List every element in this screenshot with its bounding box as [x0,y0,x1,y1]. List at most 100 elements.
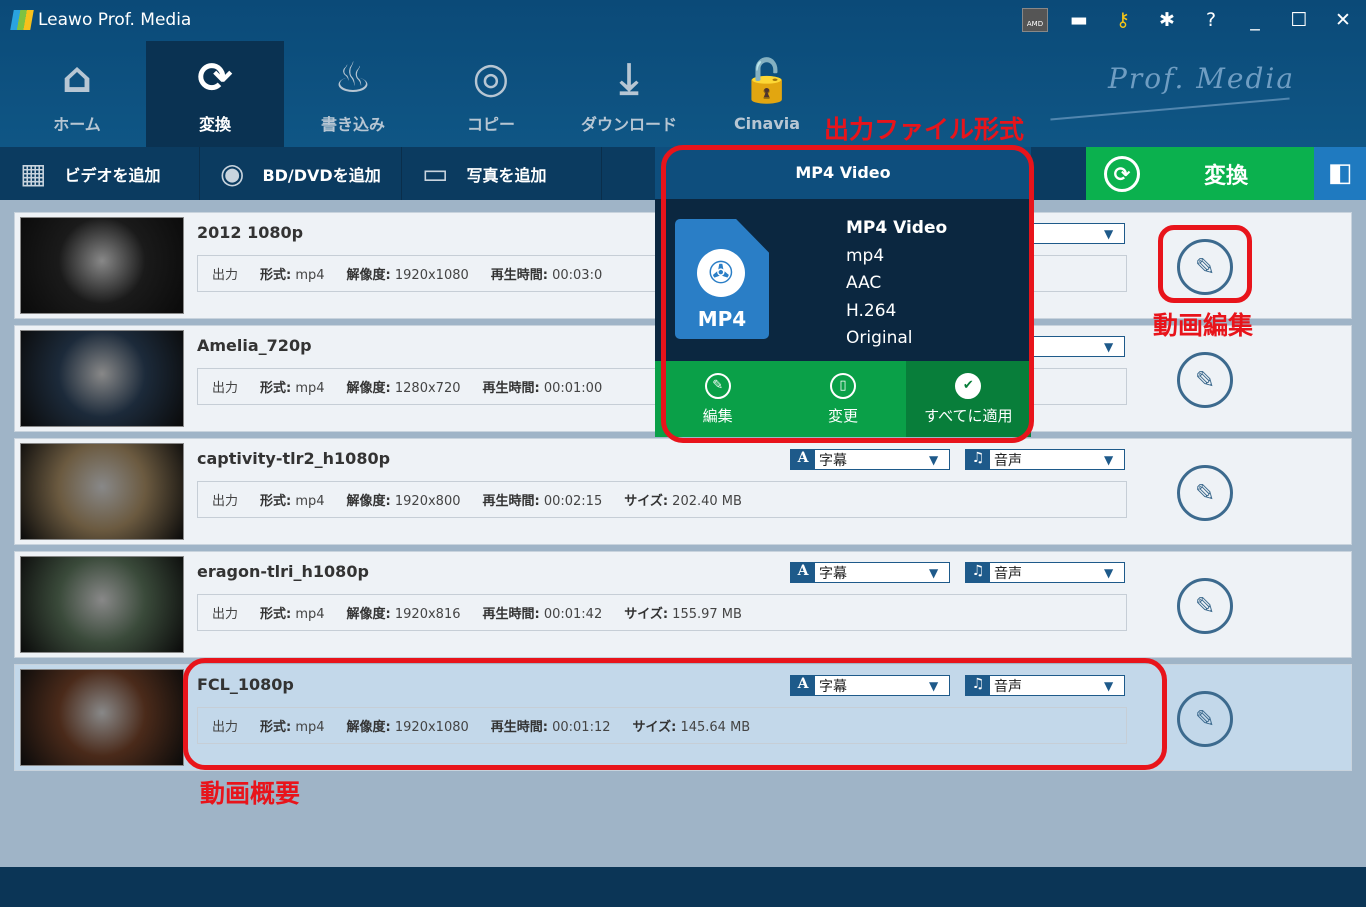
resolution-value: 1280x720 [394,381,461,396]
download-icon: ⤓ [619,53,639,102]
title-bar: Leawo Prof. Media AMD ▬ ⚷ ✱ ? _ ☐ ✕ ⌂ ホーム… [0,0,1366,147]
highlight-edit [1158,225,1252,303]
nav-label: ダウンロード [580,115,677,134]
size-label: サイズ: [624,607,669,622]
nav-copy[interactable]: ◎ コピー [422,41,560,147]
resolution-value: 1920x800 [394,494,461,509]
layout-toggle-button[interactable]: ◧ [1314,147,1366,200]
format-value: mp4 [295,381,325,396]
duration-value: 00:03:0 [552,268,603,283]
app-title: Leawo Prof. Media [10,10,192,30]
video-row[interactable]: eragon-tlri_h1080p A 字幕 ▼ ♫ 音声 ▼ 出力 形式: mp4 解… [14,551,1352,658]
resolution-value: 1920x816 [394,607,461,622]
convert-icon: ⟳ [1104,155,1140,192]
resolution-label: 解像度: [346,381,391,396]
audio-value: 音声 [994,452,1022,469]
video-row[interactable]: captivity-tlr2_h1080p A 字幕 ▼ ♫ 音声 ▼ 出力 形式: mp… [14,438,1352,545]
video-thumbnail [20,330,184,427]
video-thumbnail [20,669,184,766]
nav-convert[interactable]: ⟳ 変換 [146,41,284,147]
annotation-video-edit: 動画編集 [1153,311,1254,340]
film-edit-icon: ✎ [1194,366,1216,394]
duration-value: 00:01:00 [543,381,603,396]
home-icon: ⌂ [61,53,93,102]
video-info: 出力 形式: mp4 解像度: 1920x816 再生時間: 00:01:42 サ… [197,594,1127,631]
video-title: captivity-tlr2_h1080p [197,449,391,468]
subtitle-value: 字幕 [819,452,847,469]
highlight-format [661,145,1034,443]
resolution-label: 解像度: [346,268,391,283]
format-value: mp4 [295,494,325,509]
nav-label: Cinavia [733,113,801,133]
brand-logo: Prof. Media [1108,62,1296,95]
app-logo-icon [10,10,34,30]
resolution-value: 1920x1080 [394,268,469,283]
brand-swoosh [1050,97,1290,121]
nav-cinavia[interactable]: 🔓 Cinavia [698,41,836,147]
chevron-down-icon: ▼ [1104,565,1114,580]
gear-icon[interactable]: ✱ [1154,9,1180,31]
chevron-down-icon: ▼ [1104,339,1114,354]
subtitle-dropdown[interactable]: A 字幕 ▼ [790,449,950,470]
add-video-button[interactable]: ▦ ビデオを追加 [0,147,200,200]
nav-burn[interactable]: ♨ 書き込み [284,41,422,147]
nav-label: 変換 [198,115,231,134]
highlight-summary [183,658,1167,770]
close-icon[interactable]: ✕ [1330,9,1356,31]
duration-label: 再生時間: [482,494,540,509]
photo-add-icon: ▭ [422,157,449,190]
subtitle-value: 字幕 [819,565,847,582]
key-icon[interactable]: ⚷ [1110,9,1136,31]
help-icon[interactable]: ? [1198,9,1224,31]
chevron-down-icon: ▼ [929,452,939,467]
subtitle-icon: A [791,450,815,469]
format-label: 形式: [260,268,292,283]
add-photo-button[interactable]: ▭ 写真を追加 [402,147,602,200]
add-photo-label: 写真を追加 [466,165,547,185]
burn-icon: ♨ [334,53,372,102]
add-bd-dvd-button[interactable]: ◉ BD/DVDを追加 [200,147,402,200]
audio-dropdown[interactable]: ♫ 音声 ▼ [965,562,1125,583]
convert-button[interactable]: ⟳ 変換 [1086,147,1314,200]
convert-icon: ⟳ [197,53,233,102]
film-edit-icon: ✎ [1194,705,1216,733]
output-label: 出力 [212,607,239,622]
audio-value: 音声 [994,565,1022,582]
subtitle-dropdown[interactable]: A 字幕 ▼ [790,562,950,583]
annotation-output-format: 出力ファイル形式 [824,115,1025,144]
video-title: 2012 1080p [197,223,304,242]
video-thumbnail [20,217,184,314]
app-title-text: Leawo Prof. Media [38,10,192,30]
format-value: mp4 [295,607,325,622]
video-title: Amelia_720p [197,336,312,355]
chevron-down-icon: ▼ [929,565,939,580]
video-thumbnail [20,556,184,653]
nav-label: コピー [466,115,515,134]
format-label: 形式: [260,607,292,622]
amd-badge-icon: AMD [1022,8,1048,32]
video-edit-button[interactable]: ✎ [1177,465,1233,521]
duration-label: 再生時間: [490,268,548,283]
maximize-icon[interactable]: ☐ [1286,9,1312,31]
format-label: 形式: [260,494,292,509]
resolution-label: 解像度: [346,607,391,622]
audio-dropdown[interactable]: ♫ 音声 ▼ [965,449,1125,470]
feedback-icon[interactable]: ▬ [1066,9,1092,31]
video-edit-button[interactable]: ✎ [1177,578,1233,634]
cinavia-icon: 🔓 [740,55,794,105]
video-edit-button[interactable]: ✎ [1177,352,1233,408]
nav-home[interactable]: ⌂ ホーム [8,41,146,147]
annotation-video-summary: 動画概要 [200,779,301,808]
duration-label: 再生時間: [482,607,540,622]
size-label: サイズ: [624,494,669,509]
nav-download[interactable]: ⤓ ダウンロード [560,41,698,147]
video-thumbnail [20,443,184,540]
output-label: 出力 [212,381,239,396]
chevron-down-icon: ▼ [1104,452,1114,467]
audio-icon: ♫ [966,450,990,469]
minimize-icon[interactable]: _ [1242,9,1268,31]
chevron-down-icon: ▼ [1104,226,1114,241]
video-edit-button[interactable]: ✎ [1177,691,1233,747]
film-edit-icon: ✎ [1194,479,1216,507]
disc-add-icon: ◉ [220,157,245,190]
